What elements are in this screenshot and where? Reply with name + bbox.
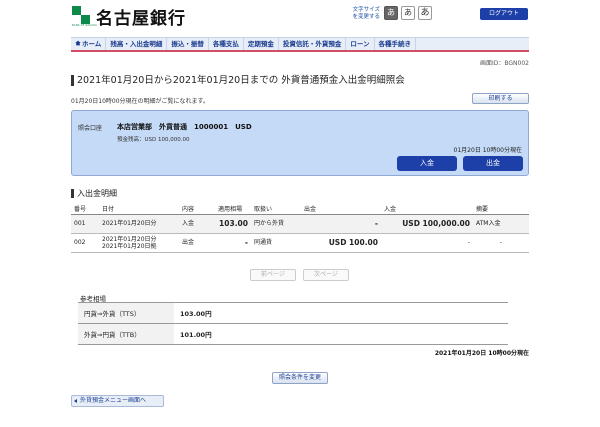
print-button[interactable]: 印刷する: [472, 93, 529, 104]
account-label: 照会口座: [78, 125, 103, 132]
font-size-small-button[interactable]: あ: [384, 6, 398, 20]
logo-mark: [72, 6, 81, 15]
column-header: 取扱い: [251, 204, 301, 215]
nav-item-transfer[interactable]: 振込・振替: [167, 38, 209, 50]
rate-value: 101.00円: [174, 323, 508, 345]
column-header: 入金: [381, 204, 473, 215]
nav-item-home[interactable]: ホーム: [71, 38, 107, 50]
table-row: 001 2021年01月20日分 入金 103.00 円から外貨 - USD 1…: [71, 214, 529, 234]
main-nav: ホーム 残高・入出金明細 振込・振替 各種支払 定期預金 投資信託・外貨預金 ロ…: [71, 37, 529, 52]
row-memo: -: [473, 233, 529, 253]
column-header: 日付: [99, 204, 179, 215]
change-condition-button[interactable]: 照会条件を変更: [272, 372, 328, 384]
row-number: 001: [71, 214, 99, 234]
font-size-large-button[interactable]: あ: [418, 6, 432, 20]
row-deposit: USD 100,000.00: [381, 214, 473, 234]
column-header: 適用相場: [215, 204, 251, 215]
column-header: 出金: [301, 204, 381, 215]
font-size-label: 文字サイズを変更する: [352, 7, 380, 20]
row-deposit: -: [381, 233, 473, 253]
row-handling: 同通貨: [251, 233, 301, 253]
prev-page-button[interactable]: 前ページ: [250, 269, 296, 281]
column-header: 摘要: [473, 204, 529, 215]
account-panel: 照会口座 本店営業部 外貨普通 1000001 USD 預金残高：USD 100…: [71, 110, 529, 176]
logo-mark: [81, 15, 90, 24]
row-withdrawal: USD 100.00: [301, 233, 381, 253]
screen-id: 画面ID：BGN002: [480, 60, 529, 67]
row-content: 入金: [179, 214, 215, 234]
info-note: 01月20日10時00分現在の明細がご覧になれます。: [71, 98, 209, 105]
home-icon: [75, 40, 81, 46]
page-title: 2021年01月20日から2021年01月20日までの 外貨普通預金入出金明細照…: [71, 75, 405, 86]
next-page-button[interactable]: 次ページ: [303, 269, 349, 281]
row-rate: 103.00: [215, 214, 251, 234]
row-number: 002: [71, 233, 99, 253]
row-memo: ATM入金: [473, 214, 529, 234]
header: BANK OF NAGOYA 名古屋銀行 文字サイズを変更する あ あ あ ログ…: [0, 0, 600, 32]
transactions-title: 入出金明細: [71, 189, 117, 198]
deposit-button[interactable]: 入金: [397, 156, 457, 171]
row-date-line: 2021年01月20日分: [102, 220, 157, 227]
nav-item-investment[interactable]: 投資信託・外貨預金: [279, 38, 347, 50]
row-date: 2021年01月20日分: [99, 214, 179, 234]
table-header-row: 番号 日付 内容 適用相場 取扱い 出金 入金 摘要: [71, 204, 529, 215]
rate-label: 円貨⇒外貨（TTS）: [78, 302, 174, 324]
row-withdrawal: -: [301, 214, 381, 234]
nav-item-loan[interactable]: ローン: [346, 38, 375, 50]
row-rate: -: [215, 233, 251, 253]
table-row: 円貨⇒外貨（TTS） 103.00円: [78, 302, 508, 324]
withdraw-button[interactable]: 出金: [463, 156, 523, 171]
column-header: 番号: [71, 204, 99, 215]
nav-item-balance[interactable]: 残高・入出金明細: [106, 38, 168, 50]
row-content: 出金: [179, 233, 215, 253]
back-to-menu-link[interactable]: 外貨預金メニュー画面へ: [71, 395, 164, 407]
transactions-table: 番号 日付 内容 適用相場 取扱い 出金 入金 摘要 001 2021年01月2…: [71, 204, 529, 253]
table-row: 002 2021年01月20日分 2021年01月20日拠 出金 - 同通貨 U…: [71, 233, 529, 253]
bank-name: 名古屋銀行: [96, 9, 186, 29]
font-size-medium-button[interactable]: あ: [401, 6, 415, 20]
logout-button[interactable]: ログアウト: [480, 8, 528, 20]
rate-label: 外貨⇒円貨（TTB）: [78, 323, 174, 345]
nav-item-time-deposit[interactable]: 定期預金: [244, 38, 279, 50]
table-row: 外貨⇒円貨（TTB） 101.00円: [78, 323, 508, 345]
column-header: 内容: [179, 204, 215, 215]
account-info: 本店営業部 外貨普通 1000001 USD: [117, 123, 252, 131]
account-balance: 預金残高：USD 100,000.00: [117, 137, 190, 143]
row-handling: 円から外貨: [251, 214, 301, 234]
rate-value: 103.00円: [174, 302, 508, 324]
bank-logo[interactable]: BANK OF NAGOYA: [72, 6, 97, 27]
row-date: 2021年01月20日分 2021年01月20日拠: [99, 233, 179, 253]
nav-item-procedures[interactable]: 各種手続き: [375, 38, 416, 50]
reference-time: 2021年01月20日 10時00分現在: [434, 350, 529, 357]
account-time: 01月20日 10時00分現在: [453, 147, 522, 154]
reference-rates-table: 円貨⇒外貨（TTS） 103.00円 外貨⇒円貨（TTB） 101.00円: [78, 302, 508, 345]
logo-subtext: BANK OF NAGOYA: [72, 24, 98, 27]
nav-item-label: ホーム: [82, 40, 102, 48]
row-date-line: 2021年01月20日分: [102, 235, 157, 243]
row-date-line: 2021年01月20日拠: [102, 242, 157, 250]
nav-item-payment[interactable]: 各種支払: [209, 38, 244, 50]
